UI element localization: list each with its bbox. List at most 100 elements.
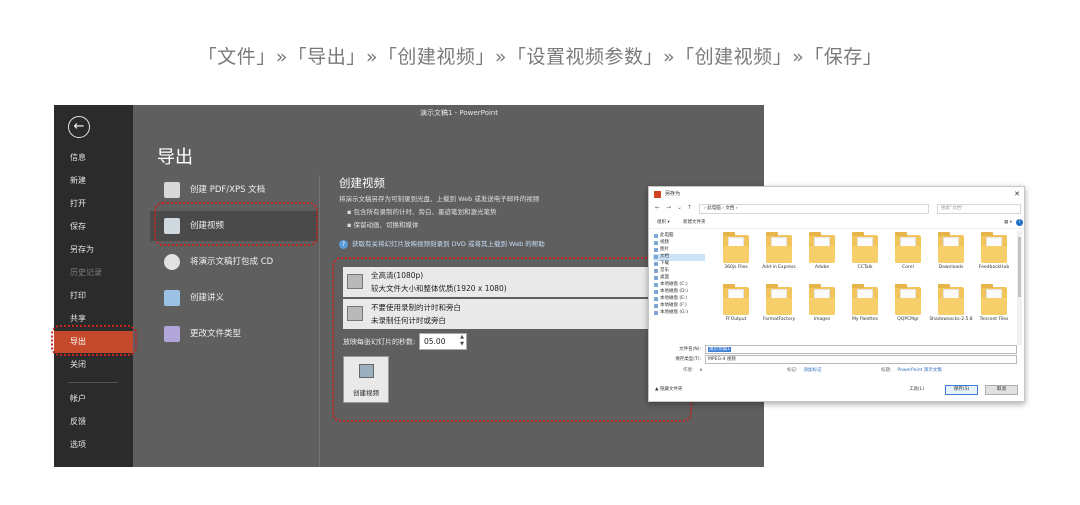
author-value[interactable]: x	[700, 368, 703, 373]
export-item-label: 创建 PDF/XPS 文档	[190, 185, 266, 195]
tree-item-documents[interactable]: 文档	[653, 254, 705, 261]
folder-icon	[809, 232, 835, 263]
folder-item[interactable]: 360js Files	[715, 231, 757, 279]
folder-label: FeedbackHub	[978, 265, 1010, 270]
back-icon[interactable]: ←	[655, 204, 660, 211]
dialog-toolbar: 组织 ▾ 新建文件夹 ▦ ▾ ?	[649, 217, 1024, 229]
folder-label: FormatFactory	[762, 317, 796, 322]
folder-icon	[766, 232, 792, 263]
create-video-title: 创建视频	[339, 176, 385, 190]
tags-meta: 标记: 添加标记	[787, 368, 822, 373]
folder-label: 360js Files	[724, 265, 748, 270]
sidebar-item-info[interactable]: 信息	[54, 147, 133, 169]
tree-item-drive-e[interactable]: 本地磁盘 (E:)	[653, 296, 705, 303]
organize-button[interactable]: 组织 ▾	[657, 217, 670, 229]
tree-item-music[interactable]: 音乐	[653, 268, 705, 275]
drive-icon	[654, 283, 658, 287]
folder-icon	[766, 284, 792, 315]
sidebar-item-new[interactable]: 新建	[54, 170, 133, 192]
navigation-tree: 此电脑 视频 图片 文档 下载 音乐 桌面 本地磁盘 (C:) 本地磁盘 (D:…	[653, 231, 705, 341]
tree-item-videos[interactable]: 视频	[653, 240, 705, 247]
export-item-pdf[interactable]: 创建 PDF/XPS 文档	[150, 175, 318, 205]
help-icon[interactable]: ?	[1016, 219, 1023, 226]
add-tags-link[interactable]: 添加标记	[804, 368, 822, 373]
filetype-select[interactable]: MPEG-4 视频	[705, 355, 1017, 364]
sidebar-item-account[interactable]: 帐户	[54, 388, 133, 410]
folder-item[interactable]: Tencent Files	[973, 283, 1015, 331]
folder-item[interactable]: FFOutput	[715, 283, 757, 331]
recent-dropdown-icon[interactable]: ⌄	[677, 204, 682, 211]
tree-item-drive-c[interactable]: 本地磁盘 (C:)	[653, 282, 705, 289]
pictures-folder-icon	[654, 248, 658, 252]
save-button[interactable]: 保存(S)	[945, 385, 978, 395]
sidebar-item-feedback[interactable]: 反馈	[54, 411, 133, 433]
tree-item-desktop[interactable]: 桌面	[653, 275, 705, 282]
folder-icon	[723, 232, 749, 263]
filename-row: 文件名(N): 演示文稿1	[649, 345, 1024, 355]
export-item-handouts[interactable]: 创建讲义	[150, 283, 318, 313]
cancel-button[interactable]: 取消	[985, 385, 1018, 395]
help-link[interactable]: ? 获取有关将幻灯片放映视频刻录到 DVD 或将其上载到 Web 的帮助	[339, 238, 545, 249]
folder-item[interactable]: Corel	[887, 231, 929, 279]
folder-item[interactable]: QQPCMgr	[887, 283, 929, 331]
file-grid: 360js Files Add-in Express Adobe CCTalk Core…	[715, 231, 1021, 346]
search-input[interactable]: 搜索"文档"	[937, 204, 1021, 214]
window-title: 演示文稿1 - PowerPoint	[420, 109, 498, 117]
highlight-video-settings	[332, 257, 692, 422]
tree-item-drive-g[interactable]: 本地磁盘 (G:)	[653, 310, 705, 317]
cd-icon	[164, 254, 180, 270]
folder-item[interactable]: CCTalk	[844, 231, 886, 279]
export-item-change-type[interactable]: 更改文件类型	[150, 319, 318, 349]
sidebar-item-history: 历史记录	[70, 268, 102, 277]
dialog-navbar: ← → ⌄ ↑ › 此电脑 › 文档 › 搜索"文档"	[649, 202, 1024, 216]
folder-label: Images	[813, 317, 831, 322]
folder-item[interactable]: Adobe	[801, 231, 843, 279]
page-title: 导出	[157, 147, 193, 168]
tools-menu[interactable]: 工具(L)	[909, 386, 924, 392]
metadata-row: 作者: x 标记: 添加标记 标题: PowerPoint 演示文稿	[649, 366, 1024, 376]
sidebar-item-print[interactable]: 打印	[54, 285, 133, 307]
sidebar-item-close[interactable]: 关闭	[54, 354, 133, 376]
help-icon: ?	[339, 240, 348, 249]
folder-item[interactable]: Add-in Express	[758, 231, 800, 279]
folder-item[interactable]: FeedbackHub	[973, 231, 1015, 279]
folder-item[interactable]: My Palettes	[844, 283, 886, 331]
folder-icon	[895, 284, 921, 315]
documents-folder-icon	[654, 255, 658, 259]
sidebar-item-options[interactable]: 选项	[54, 434, 133, 456]
folder-icon	[895, 232, 921, 263]
folder-icon	[852, 284, 878, 315]
folder-item[interactable]: Downloads	[930, 231, 972, 279]
tree-item-this-pc[interactable]: 此电脑	[653, 233, 705, 240]
sidebar-item-save[interactable]: 保存	[54, 216, 133, 238]
tree-item-downloads[interactable]: 下载	[653, 261, 705, 268]
address-bar[interactable]: › 此电脑 › 文档 ›	[699, 204, 929, 214]
music-icon	[654, 269, 658, 273]
up-icon[interactable]: ↑	[687, 204, 692, 211]
scrollbar[interactable]	[1017, 231, 1022, 345]
export-item-package-cd[interactable]: 将演示文稿打包成 CD	[150, 247, 318, 277]
doc-title-link[interactable]: PowerPoint 演示文稿	[898, 368, 942, 373]
forward-icon[interactable]: →	[666, 204, 671, 211]
new-folder-button[interactable]: 新建文件夹	[683, 217, 706, 229]
tree-item-pictures[interactable]: 图片	[653, 247, 705, 254]
back-arrow-icon[interactable]: ←	[68, 116, 90, 138]
bullet-item: ▪ 包含所有录制的计时、旁白、墨迹笔划和激光笔势	[347, 208, 497, 216]
tree-item-drive-d[interactable]: 本地磁盘 (D:)	[653, 289, 705, 296]
folder-item[interactable]: Shadowsocks-2.5.8	[929, 283, 973, 331]
folder-item[interactable]: FormatFactory	[758, 283, 800, 331]
folder-icon	[938, 284, 964, 315]
sidebar-item-save-as[interactable]: 另存为	[54, 239, 133, 261]
folder-icon	[852, 232, 878, 263]
sidebar-item-open[interactable]: 打开	[54, 193, 133, 215]
close-icon[interactable]: ✕	[1014, 187, 1020, 202]
tree-item-drive-f[interactable]: 本地磁盘 (F:)	[653, 303, 705, 310]
hide-folders-toggle[interactable]: ▲ 隐藏文件夹	[655, 386, 682, 392]
folder-item[interactable]: Images	[801, 283, 843, 331]
folder-label: Corel	[902, 265, 914, 270]
filename-input[interactable]: 演示文稿1	[705, 345, 1017, 354]
view-options-icon[interactable]: ▦ ▾	[1004, 217, 1012, 229]
desktop-icon	[654, 276, 658, 280]
folder-label: QQPCMgr	[897, 317, 919, 322]
dialog-footer: ▲ 隐藏文件夹 工具(L) 保存(S) 取消	[649, 380, 1024, 401]
